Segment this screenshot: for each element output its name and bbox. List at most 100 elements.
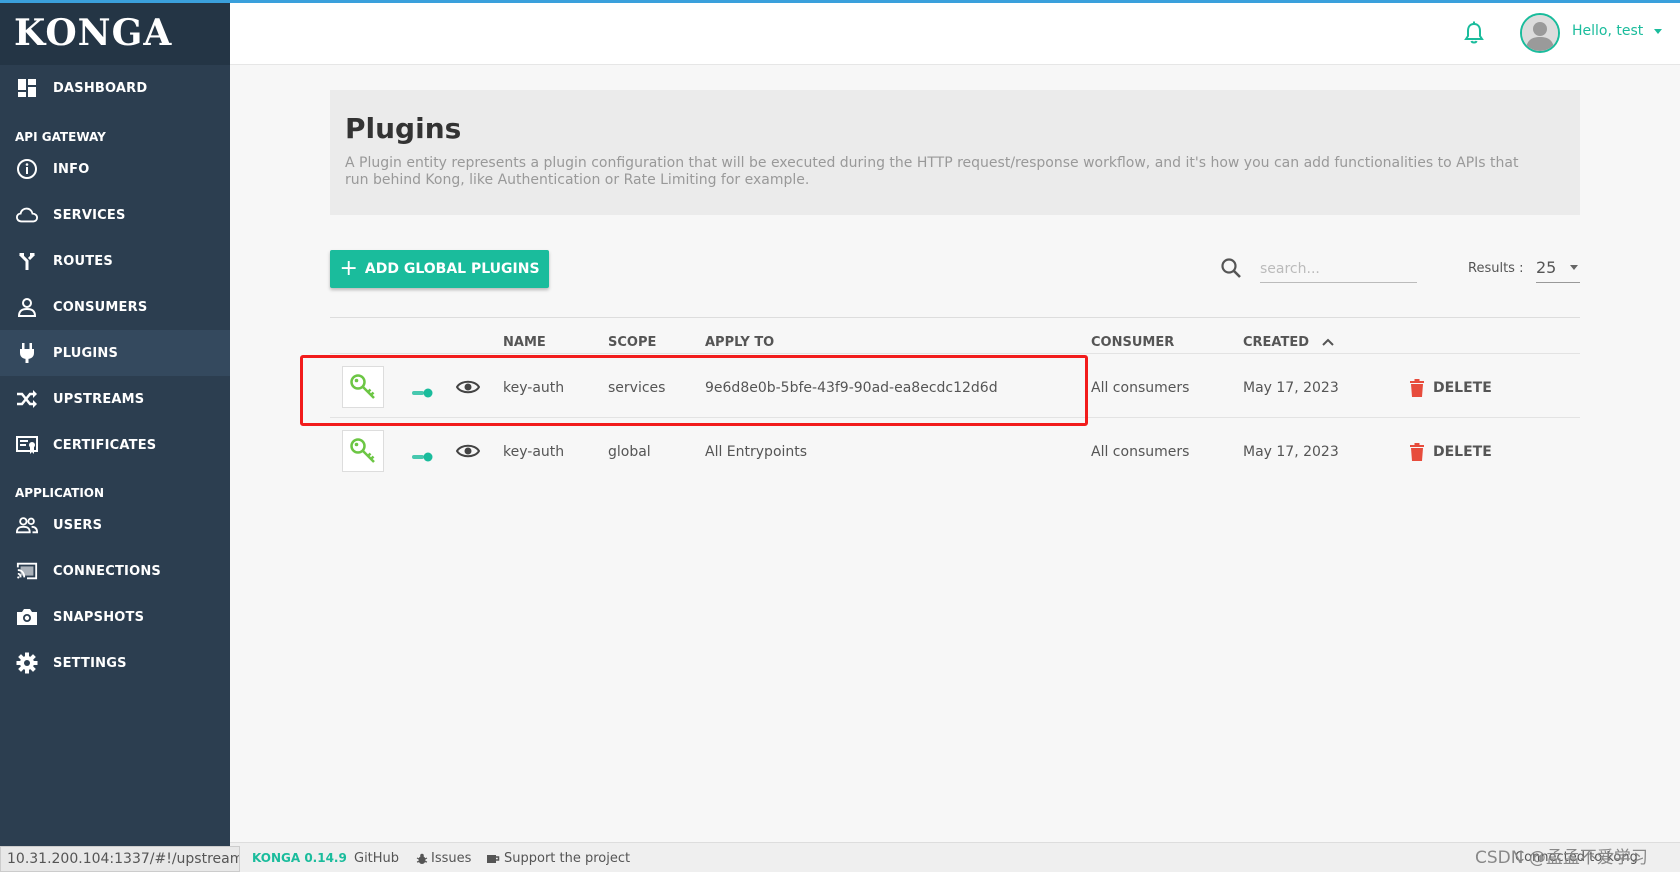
page-title: Plugins <box>345 112 462 145</box>
brand-logo[interactable]: KONGA <box>0 0 230 65</box>
table-divider <box>330 317 1580 318</box>
eye-icon[interactable] <box>455 440 481 462</box>
sidebar-item-routes[interactable]: ROUTES <box>0 238 230 284</box>
plugin-created: May 17, 2023 <box>1243 443 1339 460</box>
sidebar: KONGA DASHBOARD API GATEWAY INFO SERVICE… <box>0 0 230 872</box>
sidebar-item-services[interactable]: SERVICES <box>0 192 230 238</box>
sidebar-item-label: INFO <box>53 161 90 177</box>
key-icon <box>350 438 375 463</box>
search-icon <box>1220 257 1242 279</box>
add-global-plugins-label: ADD GLOBAL PLUGINS <box>364 261 540 277</box>
version-label: KONGA 0.14.9 <box>252 851 347 865</box>
plug-icon <box>16 342 38 364</box>
page-description: A Plugin entity represents a plugin conf… <box>345 155 1519 188</box>
coffee-icon <box>487 854 500 863</box>
eye-icon[interactable] <box>455 376 481 398</box>
bug-icon <box>416 853 428 864</box>
sidebar-item-label: DASHBOARD <box>53 80 148 96</box>
sidebar-item-certificates[interactable]: CERTIFICATES <box>0 422 230 468</box>
user-greeting: Hello, test <box>1572 23 1644 39</box>
apply-to-text: All Entrypoints <box>705 443 808 460</box>
watermark: CSDN @孟孟不爱学习 <box>1475 848 1648 868</box>
sidebar-item-dashboard[interactable]: DASHBOARD <box>0 65 230 111</box>
sidebar-item-label: SNAPSHOTS <box>53 609 145 625</box>
support-label: Support the project <box>504 851 631 866</box>
sidebar-item-label: CONSUMERS <box>53 299 148 315</box>
support-link[interactable]: Support the project <box>486 851 630 866</box>
issues-link[interactable]: Issues <box>416 851 471 866</box>
sidebar-section-application: APPLICATION <box>15 486 105 500</box>
results-label: Results : <box>1468 261 1524 276</box>
brand-text: KONGA <box>14 11 173 54</box>
sidebar-item-label: CERTIFICATES <box>53 437 157 453</box>
plugin-icon-box[interactable] <box>342 366 384 408</box>
sidebar-item-label: SETTINGS <box>53 655 127 671</box>
column-header-name[interactable]: NAME <box>503 335 546 350</box>
toggle-switch[interactable] <box>412 447 433 462</box>
sidebar-item-label: ROUTES <box>53 253 113 269</box>
column-header-apply-to[interactable]: APPLY TO <box>705 335 774 350</box>
sidebar-item-label: UPSTREAMS <box>53 391 145 407</box>
trash-icon <box>1410 378 1424 397</box>
column-header-consumer[interactable]: CONSUMER <box>1091 335 1174 350</box>
delete-label: DELETE <box>1433 443 1492 460</box>
search-input[interactable] <box>1260 255 1417 283</box>
sidebar-item-upstreams[interactable]: UPSTREAMS <box>0 376 230 422</box>
info-icon <box>16 158 38 180</box>
plugin-name: key-auth <box>503 379 565 396</box>
toggle-switch[interactable] <box>412 383 433 398</box>
browser-status-url: 10.31.200.104:1337/#!/upstreams <box>0 846 240 872</box>
sidebar-item-users[interactable]: USERS <box>0 502 230 548</box>
plugin-scope: services <box>608 379 666 396</box>
sidebar-item-connections[interactable]: CONNECTIONS <box>0 548 230 594</box>
sidebar-item-snapshots[interactable]: SNAPSHOTS <box>0 594 230 640</box>
issues-label: Issues <box>431 851 472 866</box>
shuffle-icon <box>16 388 38 410</box>
trash-icon <box>1410 442 1424 461</box>
gear-icon <box>16 652 38 674</box>
github-link[interactable]: GitHub <box>354 851 399 866</box>
delete-button[interactable]: DELETE <box>1410 354 1492 421</box>
top-accent-line <box>0 0 1680 3</box>
table-row: key-auth global All Entrypoints All cons… <box>330 417 1580 484</box>
certificate-icon <box>16 434 38 456</box>
sidebar-item-label: PLUGINS <box>53 345 119 361</box>
plus-icon: + <box>339 256 358 281</box>
avatar[interactable] <box>1520 13 1560 53</box>
column-header-created-label: CREATED <box>1243 335 1310 350</box>
routes-icon <box>16 250 38 272</box>
add-global-plugins-button[interactable]: + ADD GLOBAL PLUGINS <box>330 250 549 288</box>
sidebar-item-settings[interactable]: SETTINGS <box>0 640 230 686</box>
user-menu[interactable]: Hello, test <box>1572 23 1662 39</box>
topbar: Hello, test <box>230 3 1680 65</box>
results-value: 25 <box>1536 258 1557 277</box>
results-per-page-select[interactable]: 25 <box>1536 253 1580 283</box>
column-header-scope[interactable]: SCOPE <box>608 335 656 350</box>
cast-icon <box>16 560 38 582</box>
caret-down-icon <box>1570 265 1578 270</box>
plugin-icon-box[interactable] <box>342 430 384 472</box>
key-icon <box>350 374 375 399</box>
sidebar-item-info[interactable]: INFO <box>0 146 230 192</box>
sidebar-item-label: SERVICES <box>53 207 126 223</box>
column-header-created[interactable]: CREATED <box>1243 335 1334 350</box>
user-icon <box>16 296 38 318</box>
sort-ascending-icon <box>1321 335 1334 350</box>
plugin-created: May 17, 2023 <box>1243 379 1339 396</box>
sidebar-item-consumers[interactable]: CONSUMERS <box>0 284 230 330</box>
delete-button[interactable]: DELETE <box>1410 418 1492 485</box>
camera-icon <box>16 606 38 628</box>
cloud-icon <box>16 204 38 226</box>
plugin-name: key-auth <box>503 443 565 460</box>
delete-label: DELETE <box>1433 379 1492 396</box>
sidebar-item-label: CONNECTIONS <box>53 563 161 579</box>
table-row: key-auth services 9e6d8e0b-5bfe-43f9-90a… <box>330 353 1580 420</box>
dashboard-icon <box>16 77 38 99</box>
plugin-consumer: All consumers <box>1091 443 1190 460</box>
sidebar-item-plugins[interactable]: PLUGINS <box>0 330 230 376</box>
bell-icon[interactable] <box>1463 21 1487 45</box>
footer: KONGA 0.14.9 GitHub Issues Support the p… <box>230 842 1680 872</box>
users-icon <box>16 514 38 536</box>
sidebar-item-label: USERS <box>53 517 103 533</box>
apply-to-link[interactable]: 9e6d8e0b-5bfe-43f9-90ad-ea8ecdc12d6d <box>705 354 998 421</box>
